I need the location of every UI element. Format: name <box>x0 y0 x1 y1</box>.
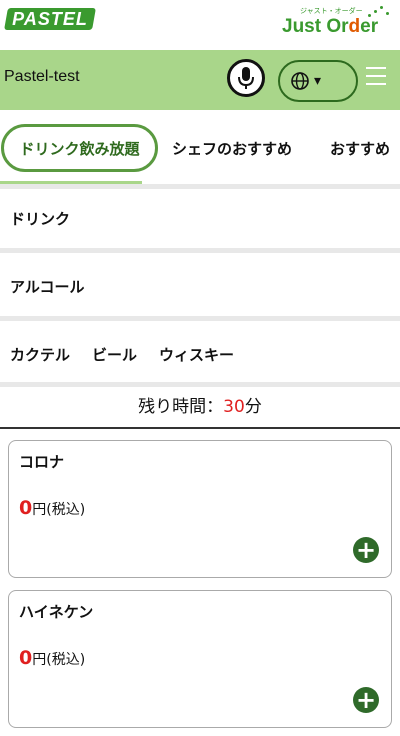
pastel-logo-text: PASTEL <box>12 9 88 29</box>
category-drink[interactable]: ドリンク <box>10 208 70 229</box>
subcategory-beer[interactable]: ビール <box>92 344 137 365</box>
microphone-icon <box>238 67 254 89</box>
language-selector[interactable]: ▾ <box>278 60 358 102</box>
shop-header: Pastel-test ▾ <box>0 50 400 110</box>
just-order-logo-kana: ジャスト・オーダー <box>300 7 363 15</box>
item-price: 0円(税込) <box>19 647 86 669</box>
pastel-logo: PASTEL <box>4 8 96 30</box>
remaining-time-label: 残り時間： <box>138 397 224 417</box>
top-bar: PASTEL ジャスト・オーダー Just Order <box>0 0 400 50</box>
divider <box>0 316 400 321</box>
microphone-button[interactable] <box>227 59 265 97</box>
chevron-down-icon: ▾ <box>314 73 322 89</box>
menu-item-card[interactable]: コロナ 0円(税込) + <box>8 440 392 578</box>
tab-chef-recommend[interactable]: シェフのおすすめ <box>172 124 292 172</box>
remaining-time-value: 30 <box>223 397 245 417</box>
divider <box>0 382 400 387</box>
menu-icon[interactable] <box>366 67 386 85</box>
category-tabs: ドリンク飲み放題 シェフのおすすめ おすすめ <box>0 118 400 182</box>
subcategory-list: カクテル ビール ウィスキー <box>10 344 234 365</box>
subcategory-cocktail[interactable]: カクテル <box>10 344 70 365</box>
shop-name: Pastel-test <box>4 68 80 85</box>
remaining-time-unit: 分 <box>244 397 262 417</box>
divider <box>0 427 400 429</box>
tab-drink-all-you-can[interactable]: ドリンク飲み放題 <box>1 124 158 172</box>
subcategory-whisky[interactable]: ウィスキー <box>159 344 234 365</box>
item-name: ハイネケン <box>19 603 94 621</box>
menu-item-card[interactable]: ハイネケン 0円(税込) + <box>8 590 392 728</box>
add-item-button[interactable]: + <box>353 687 379 713</box>
plus-icon: + <box>355 536 377 564</box>
just-order-logo-text: Just Order <box>282 16 379 37</box>
globe-icon <box>291 72 309 90</box>
just-order-logo: ジャスト・オーダー Just Order <box>282 4 392 44</box>
tab-recommend[interactable]: おすすめ <box>330 124 390 172</box>
item-name: コロナ <box>19 453 65 471</box>
remaining-time: 残り時間：30分 <box>0 392 400 417</box>
divider <box>0 248 400 253</box>
add-item-button[interactable]: + <box>353 537 379 563</box>
item-price: 0円(税込) <box>19 497 86 519</box>
divider <box>0 184 400 189</box>
category-alcohol[interactable]: アルコール <box>10 276 85 297</box>
plus-icon: + <box>355 686 377 714</box>
